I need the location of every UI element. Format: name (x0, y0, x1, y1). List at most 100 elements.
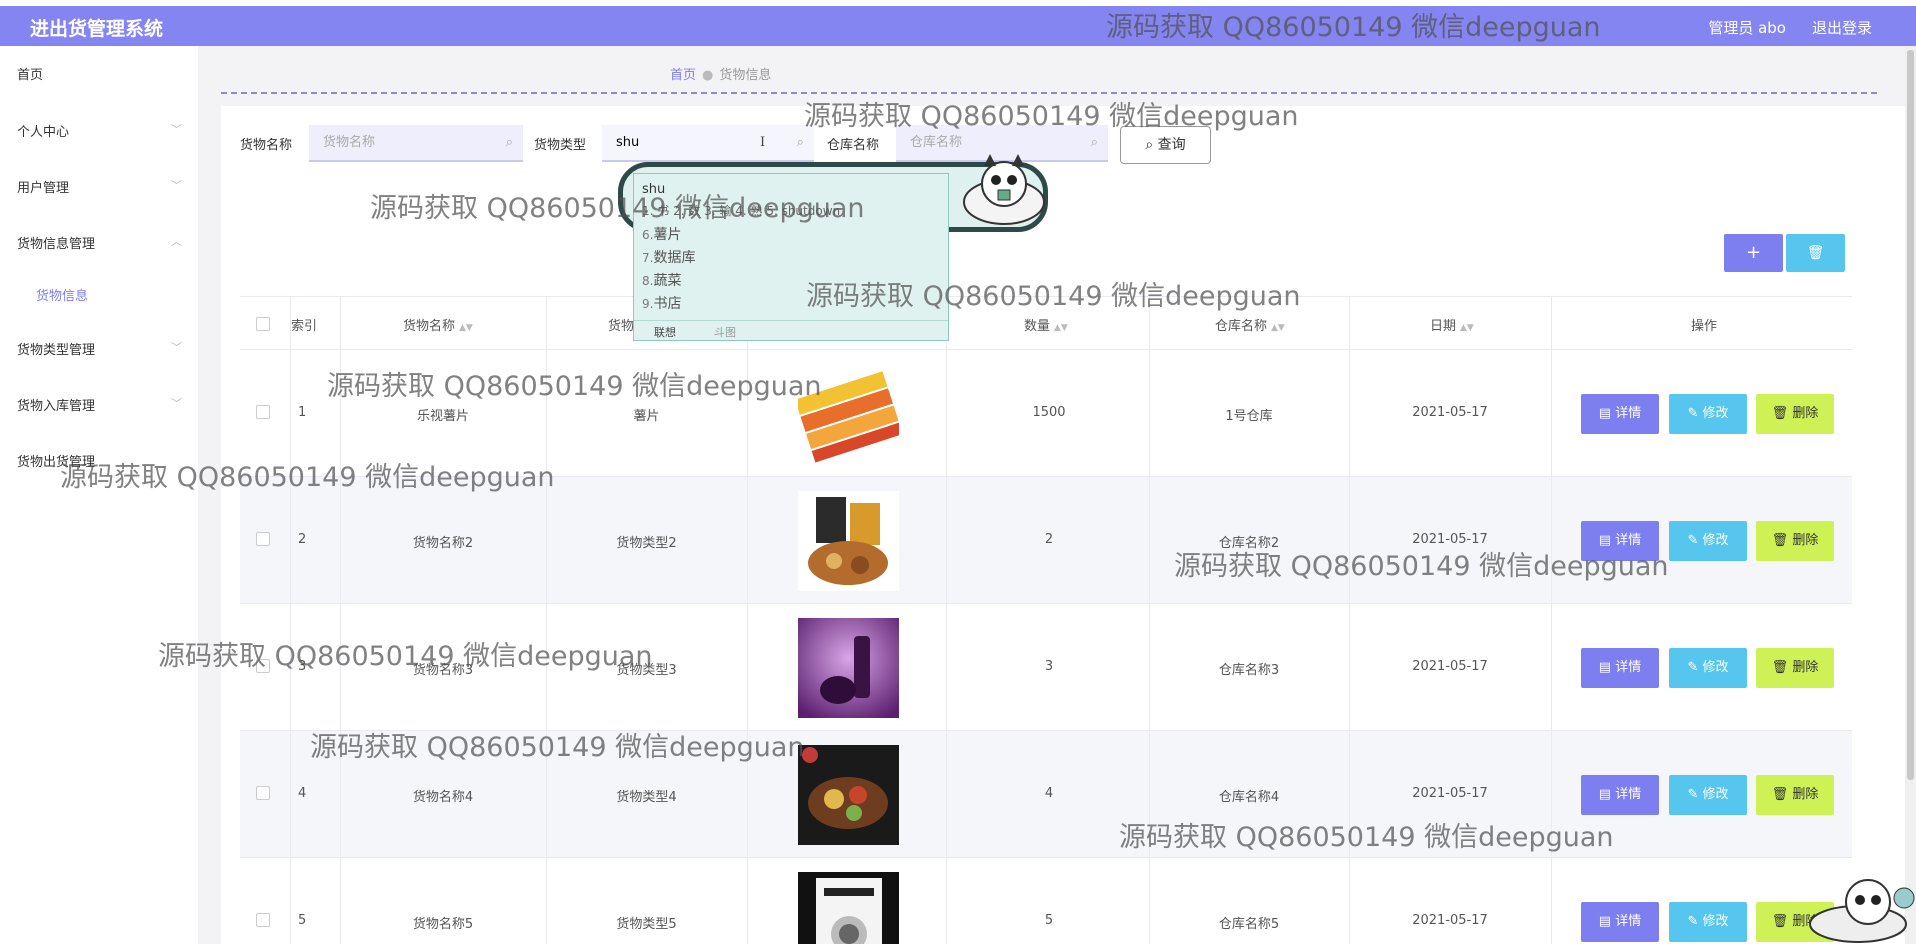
breadcrumb-current: 货物信息 (719, 68, 772, 83)
table-row: 4 货物名称4 货物类型4 4 仓库名称4 2021-05-17 ▤ 详情 ✎ 修改 🗑 删除 (240, 731, 1852, 858)
row-warehouse: 仓库名称4 (1218, 790, 1280, 805)
trash-icon: 🗑 (1771, 914, 1793, 929)
sidebar-item-home[interactable]: 首页 (17, 64, 182, 83)
batch-delete-button[interactable]: 🗑 (1786, 234, 1845, 272)
search-icon: ⌕ (1145, 137, 1158, 153)
column-header-goods-name[interactable]: 货物名称 ▲▼ (403, 315, 473, 334)
corner-mascot-icon (1809, 879, 1915, 943)
column-header-index: 索引 (291, 319, 318, 334)
pencil-icon: ✎ (1687, 914, 1703, 929)
row-warehouse: 仓库名称3 (1218, 663, 1280, 678)
select-all-checkbox[interactable] (256, 317, 270, 331)
admin-user-link[interactable]: 管理员 abo (1708, 17, 1786, 38)
row-goods-name: 货物名称5 (412, 917, 474, 932)
page-scrollbar[interactable] (1905, 46, 1916, 944)
delete-button[interactable]: 🗑 删除 (1756, 394, 1834, 434)
column-header-actions: 操作 (1691, 319, 1718, 334)
sidebar-item-users[interactable]: 用户管理 ﹀ (17, 177, 182, 196)
row-goods-type: 货物类型3 (616, 663, 677, 678)
goods-image (794, 364, 903, 464)
top-bar: 进出货管理系统 管理员 abo 退出登录 (0, 6, 1916, 46)
edit-button[interactable]: ✎ 修改 (1669, 775, 1747, 815)
ime-candidate-window: shu 1. 书 2. 数 3. 输 4. 熟 5. shutdown 6.薯片… (633, 173, 949, 341)
main-content: 首页 ● 货物信息 货物名称 货物名称 ⌕ 货物类型 shu I ⌕ 仓库名称 仓库名称 ⌕… (198, 46, 1905, 944)
table-row: 5 货物名称5 货物类型5 5 仓库名称5 2021-05-17 ▤ 详情 ✎ 修改 🗑 删除 (240, 858, 1852, 944)
sidebar-item-goods-type[interactable]: 货物类型管理 ﹀ (17, 339, 182, 358)
warehouse-label: 仓库名称 (827, 138, 880, 153)
trash-icon: 🗑 (1771, 660, 1793, 675)
divider (221, 92, 1877, 94)
row-index: 3 (298, 659, 307, 674)
breadcrumb-home[interactable]: 首页 (670, 68, 696, 83)
row-warehouse: 仓库名称2 (1218, 536, 1280, 551)
ime-candidate-8[interactable]: 8.蔬菜 (642, 270, 681, 290)
column-header-goods-type[interactable]: 货物 (608, 315, 634, 334)
row-index: 4 (298, 786, 307, 801)
ime-tabs: 联想 斗图 (634, 320, 948, 340)
row-checkbox[interactable] (256, 659, 270, 673)
chevron-down-icon: ﹀ (171, 341, 182, 354)
sidebar-item-stock-in[interactable]: 货物入库管理 ﹀ (17, 395, 182, 414)
sidebar: 首页 个人中心 ﹀ 用户管理 ﹀ 货物信息管理 ︿ 货物信息 货物类型管理 ﹀ 货物入库… (0, 46, 198, 944)
goods-type-input[interactable]: shu I ⌕ (602, 125, 814, 162)
edit-button[interactable]: ✎ 修改 (1669, 394, 1747, 434)
column-header-quantity[interactable]: 数量 ▲▼ (1024, 315, 1068, 334)
row-date: 2021-05-17 (1412, 659, 1488, 674)
row-goods-name: 乐视薯片 (416, 409, 469, 424)
document-icon: ▤ (1598, 406, 1616, 421)
app-title: 进出货管理系统 (30, 18, 164, 40)
search-icon: ⌕ (796, 135, 804, 150)
breadcrumb: 首页 ● 货物信息 (670, 64, 771, 83)
column-header-date[interactable]: 日期 ▲▼ (1430, 315, 1474, 334)
row-checkbox[interactable] (256, 913, 270, 927)
chevron-up-icon: ︿ (171, 235, 182, 248)
sidebar-item-stock-out[interactable]: 货物出货管理 (17, 451, 182, 470)
row-quantity: 1500 (1032, 405, 1066, 420)
ime-candidate-9[interactable]: 9.书店 (642, 293, 681, 313)
table-row: 1 乐视薯片 薯片 1500 1号仓库 2021-05-17 ▤ 详情 ✎ 修改 🗑 删除 (240, 350, 1852, 477)
chevron-down-icon: ﹀ (171, 397, 182, 410)
query-button[interactable]: ⌕ 查询 (1120, 126, 1211, 164)
sidebar-subitem-goods-info[interactable]: 货物信息 (36, 285, 88, 304)
column-header-warehouse[interactable]: 仓库名称 ▲▼ (1215, 315, 1285, 334)
row-quantity: 5 (1044, 913, 1054, 928)
row-checkbox[interactable] (256, 405, 270, 419)
sort-icon: ▲▼ (1054, 323, 1068, 333)
row-warehouse: 1号仓库 (1225, 409, 1273, 424)
row-checkbox[interactable] (256, 532, 270, 546)
trash-icon: 🗑 (1771, 787, 1793, 802)
delete-button[interactable]: 🗑 删除 (1756, 648, 1834, 688)
delete-button[interactable]: 🗑 删除 (1756, 521, 1834, 561)
document-icon: ▤ (1598, 914, 1616, 929)
row-index: 1 (298, 405, 307, 420)
ime-tab-suggest[interactable]: 联想 (654, 324, 676, 340)
edit-button[interactable]: ✎ 修改 (1669, 902, 1747, 942)
detail-button[interactable]: ▤ 详情 (1581, 521, 1659, 561)
row-goods-name: 货物名称3 (412, 663, 474, 678)
sidebar-item-goods-info[interactable]: 货物信息管理 ︿ (17, 233, 182, 252)
search-icon: ⌕ (1090, 135, 1098, 150)
trash-icon: 🗑 (1806, 245, 1825, 261)
ime-candidate-row[interactable]: 1. 书 2. 数 3. 输 4. 熟 5. shutdown (642, 202, 840, 219)
edit-button[interactable]: ✎ 修改 (1669, 648, 1747, 688)
detail-button[interactable]: ▤ 详情 (1581, 902, 1659, 942)
ime-candidate-7[interactable]: 7.数据库 (642, 247, 695, 267)
goods-name-input[interactable]: 货物名称 ⌕ (309, 125, 523, 162)
scroll-thumb[interactable] (1907, 50, 1914, 780)
detail-button[interactable]: ▤ 详情 (1581, 648, 1659, 688)
detail-button[interactable]: ▤ 详情 (1581, 394, 1659, 434)
add-button[interactable]: + (1724, 234, 1783, 272)
row-goods-type: 货物类型2 (616, 536, 677, 551)
ime-candidate-6[interactable]: 6.薯片 (642, 224, 681, 244)
row-checkbox[interactable] (256, 786, 270, 800)
row-quantity: 2 (1044, 532, 1054, 547)
row-date: 2021-05-17 (1412, 532, 1488, 547)
ime-tab-sticker[interactable]: 斗图 (714, 324, 736, 340)
document-icon: ▤ (1598, 660, 1616, 675)
edit-button[interactable]: ✎ 修改 (1669, 521, 1747, 561)
logout-link[interactable]: 退出登录 (1812, 17, 1872, 38)
delete-button[interactable]: 🗑 删除 (1756, 775, 1834, 815)
sidebar-item-profile[interactable]: 个人中心 ﹀ (17, 121, 182, 140)
detail-button[interactable]: ▤ 详情 (1581, 775, 1659, 815)
ime-typed-text: shu (642, 182, 666, 197)
